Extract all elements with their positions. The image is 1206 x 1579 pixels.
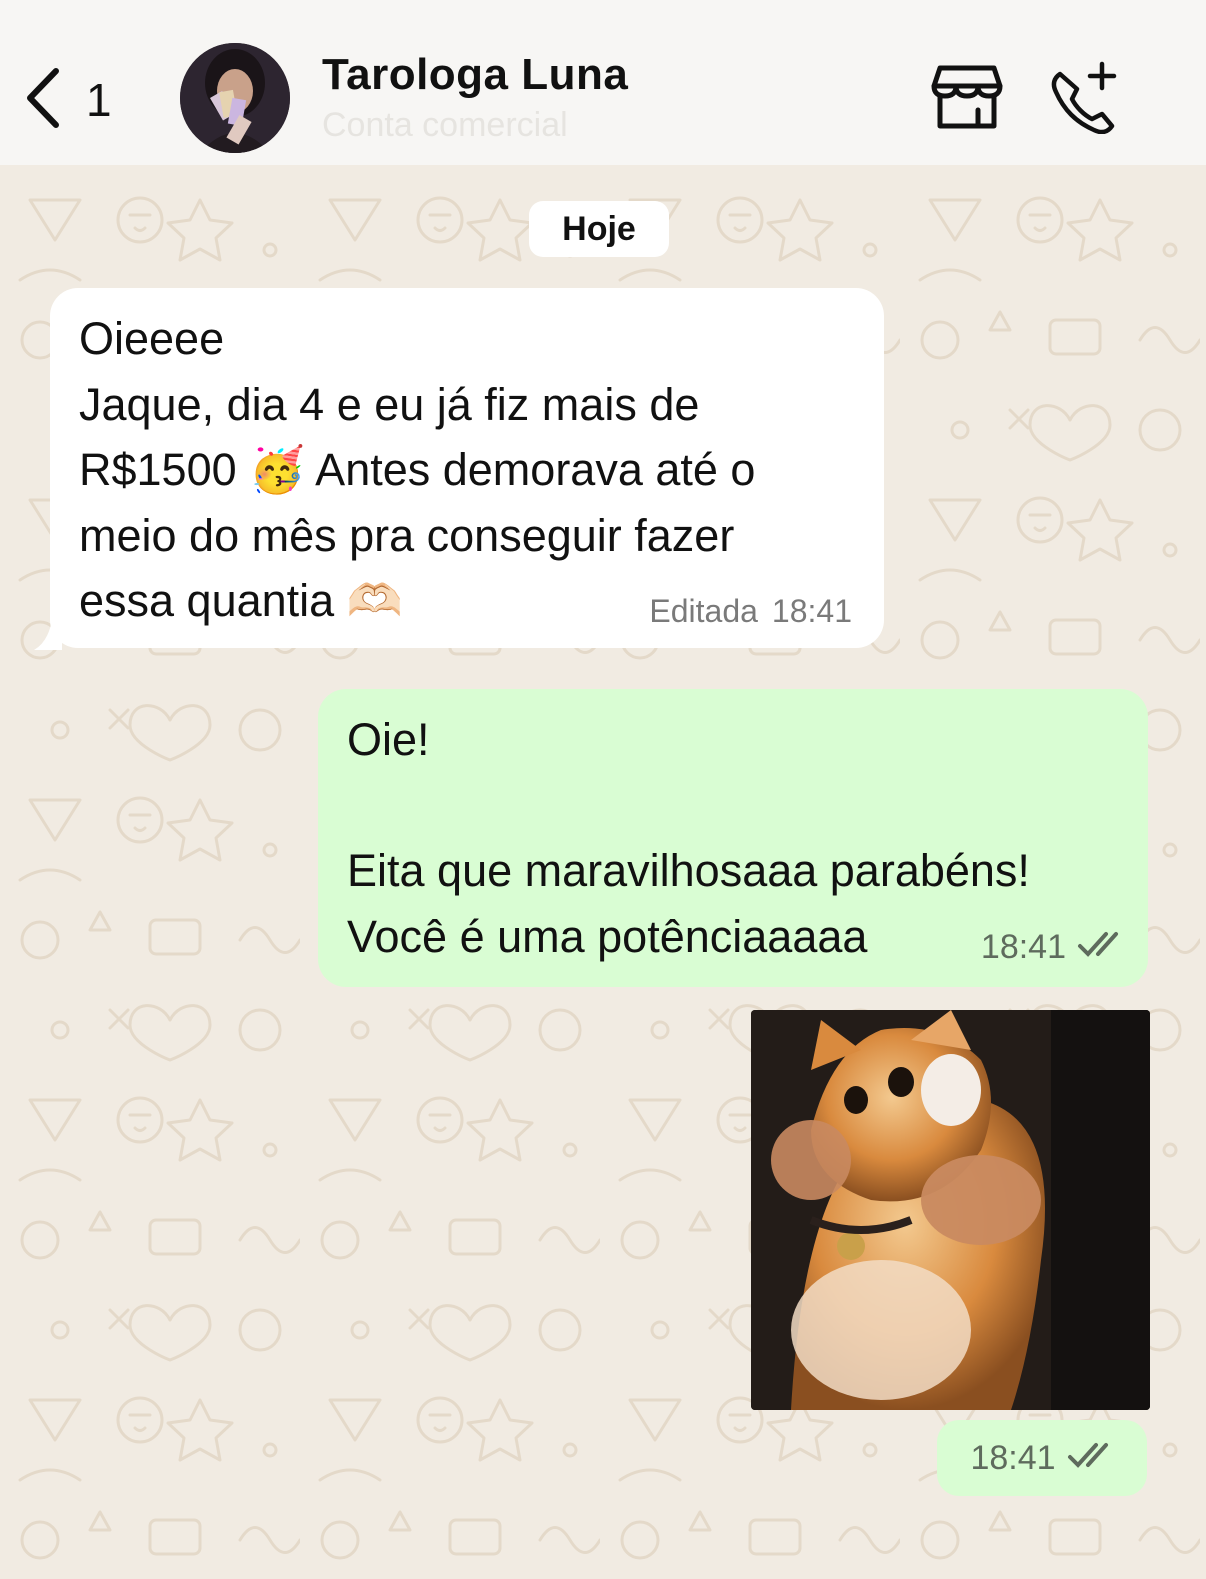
message-meta: Editada 18:41 bbox=[649, 593, 852, 630]
outgoing-message[interactable]: Oie! Eita que maravilhosaaa parabéns! Vo… bbox=[318, 689, 1148, 987]
message-time: 18:41 bbox=[980, 928, 1066, 966]
incoming-message[interactable]: Oieeee Jaque, dia 4 e eu já fiz mais de … bbox=[34, 288, 884, 650]
cat-image bbox=[751, 1010, 1150, 1410]
avatar[interactable] bbox=[180, 43, 290, 153]
date-separator: Hoje bbox=[529, 201, 669, 257]
message-text: Oieeee Jaque, dia 4 e eu já fiz mais de … bbox=[79, 313, 756, 626]
message-time: 18:41 bbox=[771, 593, 852, 629]
back-button[interactable]: 1 bbox=[22, 62, 132, 138]
add-call-button[interactable] bbox=[1048, 60, 1124, 135]
store-button[interactable] bbox=[930, 62, 1004, 132]
double-check-icon bbox=[1066, 1439, 1114, 1478]
message-meta: 18:41 bbox=[981, 928, 1124, 967]
contact-subtitle: Conta comercial bbox=[322, 106, 568, 144]
unread-count: 1 bbox=[86, 74, 112, 126]
store-icon bbox=[930, 65, 1004, 136]
image-message-meta: 18:41 bbox=[937, 1420, 1147, 1496]
image-message[interactable] bbox=[751, 1010, 1150, 1410]
phone-add-icon bbox=[1048, 61, 1124, 138]
contact-name[interactable]: Tarologa Luna bbox=[322, 50, 628, 100]
chevron-left-icon bbox=[22, 67, 62, 134]
bubble-tail bbox=[34, 620, 62, 650]
double-check-icon bbox=[1076, 928, 1124, 967]
message-time: 18:41 bbox=[970, 1438, 1056, 1477]
edited-label: Editada bbox=[649, 593, 758, 629]
chat-header: 1 Tarologa Luna Conta comercial bbox=[0, 0, 1206, 165]
